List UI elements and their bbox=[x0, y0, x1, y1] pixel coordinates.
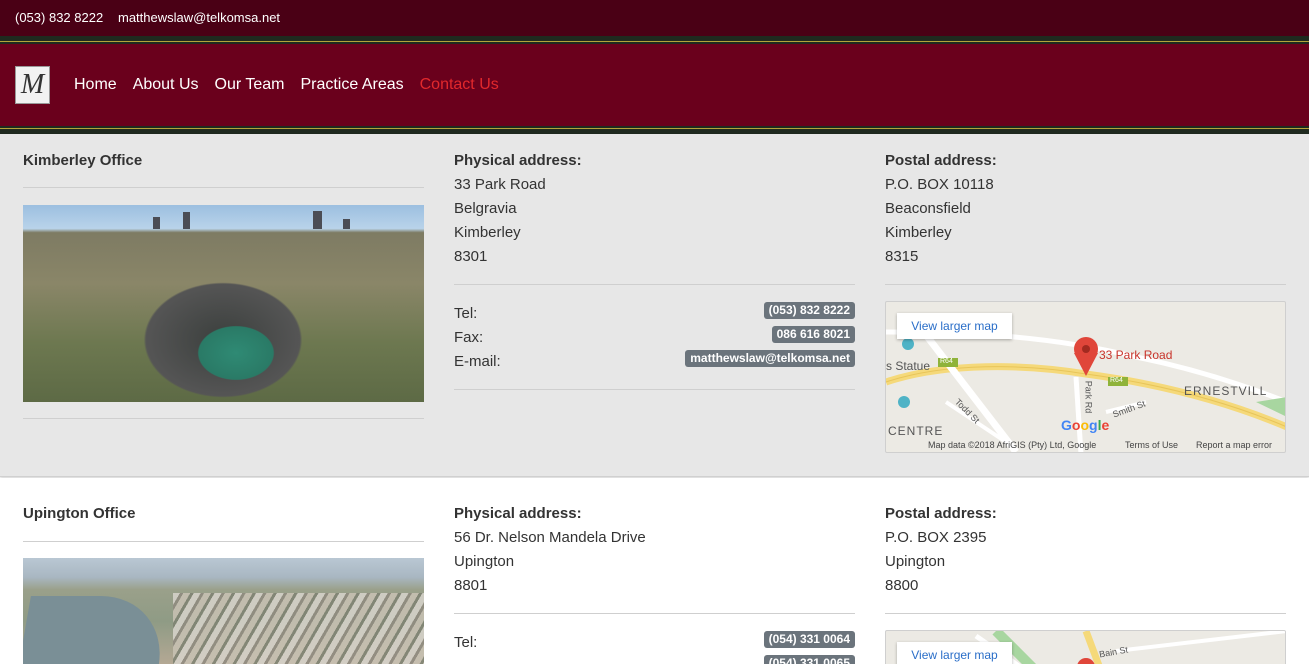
tel-badge[interactable]: (053) 832 8222 bbox=[763, 302, 855, 319]
big-hole-photo bbox=[23, 205, 424, 402]
nav-menu: Home About Us Our Team Practice Areas Co… bbox=[74, 76, 515, 94]
map-pin-label: 33 Park Road bbox=[1099, 348, 1173, 362]
divider bbox=[23, 187, 424, 188]
fax-badge: (054) 331 0065 bbox=[763, 655, 855, 664]
divider bbox=[454, 284, 855, 285]
email-badge[interactable]: matthewslaw@telkomsa.net bbox=[685, 350, 855, 367]
postal-line: P.O. BOX 10118 bbox=[885, 176, 994, 193]
postal-line: Beaconsfield bbox=[885, 200, 971, 217]
fax-badge: 086 616 8021 bbox=[771, 326, 855, 343]
nav-item-contact-us[interactable]: Contact Us bbox=[420, 76, 499, 94]
divider bbox=[885, 613, 1286, 614]
postal-line: Kimberley bbox=[885, 224, 952, 241]
top-email[interactable]: matthewslaw@telkomsa.net bbox=[118, 10, 280, 25]
fax-label: Fax: bbox=[454, 329, 484, 346]
email-label: E-mail: bbox=[454, 353, 501, 370]
address-line: 56 Dr. Nelson Mandela Drive bbox=[454, 529, 646, 546]
postal-line: 8315 bbox=[885, 248, 919, 265]
address-line: 8801 bbox=[454, 577, 488, 594]
skyline-building bbox=[183, 212, 190, 229]
nav-item-home[interactable]: Home bbox=[74, 76, 117, 94]
skyline-building bbox=[153, 217, 160, 229]
divider bbox=[454, 389, 855, 390]
view-larger-map-button[interactable]: View larger map bbox=[897, 313, 1012, 339]
upington-aerial-photo bbox=[23, 558, 424, 664]
map-label-centre: CENTRE bbox=[888, 424, 944, 438]
main-navigation: M Home About Us Our Team Practice Areas … bbox=[0, 36, 1309, 134]
physical-address-heading: Physical address: bbox=[454, 505, 582, 522]
address-line: Kimberley bbox=[454, 224, 521, 241]
map-terms-link[interactable]: Terms of Use bbox=[1125, 440, 1178, 450]
river-shape bbox=[23, 596, 171, 664]
map-label-ernestville: ERNESTVILL bbox=[1184, 384, 1268, 398]
postal-line: Upington bbox=[885, 553, 946, 570]
divider bbox=[23, 418, 424, 419]
postal-address-heading: Postal address: bbox=[885, 505, 997, 522]
town-roofs bbox=[173, 593, 424, 664]
office-name: Kimberley Office bbox=[23, 152, 143, 169]
office-name: Upington Office bbox=[23, 505, 136, 522]
divider bbox=[454, 613, 855, 614]
tel-label: Tel: bbox=[454, 634, 478, 651]
physical-address-heading: Physical address: bbox=[454, 152, 582, 169]
tel-label: Tel: bbox=[454, 305, 478, 322]
map-report-link[interactable]: Report a map error bbox=[1196, 440, 1272, 450]
postal-address-heading: Postal address: bbox=[885, 152, 997, 169]
view-larger-map-button[interactable]: View larger map bbox=[897, 642, 1012, 664]
divider bbox=[885, 284, 1286, 285]
address-line: 8301 bbox=[454, 248, 488, 265]
tel-badge[interactable]: (054) 331 0064 bbox=[763, 631, 855, 648]
nav-item-about-us[interactable]: About Us bbox=[133, 76, 199, 94]
map-label-r64: R64 bbox=[940, 358, 953, 365]
postal-line: 8800 bbox=[885, 577, 919, 594]
map-label-statue: s Statue bbox=[886, 359, 931, 373]
top-phone[interactable]: (053) 832 8222 bbox=[15, 10, 103, 25]
upington-map[interactable]: View larger map Bain St bbox=[885, 630, 1286, 664]
google-logo: Google bbox=[1061, 417, 1110, 433]
address-line: Upington bbox=[454, 553, 515, 570]
nav-item-practice-areas[interactable]: Practice Areas bbox=[300, 76, 403, 94]
map-label-park-rd: Park Rd bbox=[1083, 380, 1094, 414]
address-line: 33 Park Road bbox=[454, 176, 546, 193]
postal-line: P.O. BOX 2395 bbox=[885, 529, 987, 546]
map-data-credit: Map data ©2018 AfriGIS (Pty) Ltd, Google bbox=[928, 440, 1097, 450]
address-line: Belgravia bbox=[454, 200, 517, 217]
divider bbox=[23, 541, 424, 542]
skyline-building bbox=[343, 219, 350, 229]
kimberley-office-section: Kimberley Office Physical address: 33 Pa… bbox=[0, 134, 1309, 477]
kimberley-map[interactable]: View larger map 33 Park Road s Statue ER… bbox=[885, 301, 1286, 453]
upington-office-section: Upington Office Physical address: 56 Dr.… bbox=[0, 478, 1309, 664]
nav-item-our-team[interactable]: Our Team bbox=[215, 76, 285, 94]
skyline-building bbox=[313, 211, 322, 229]
site-logo[interactable]: M bbox=[15, 66, 50, 104]
top-contact-bar: (053) 832 8222 matthewslaw@telkomsa.net bbox=[0, 0, 1309, 36]
map-label-r64: R64 bbox=[1110, 377, 1123, 384]
